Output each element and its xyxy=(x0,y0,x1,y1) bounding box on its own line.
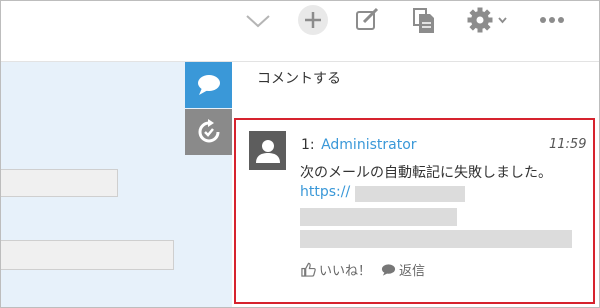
redacted-text xyxy=(355,186,465,202)
left-form-field[interactable] xyxy=(1,240,174,270)
thumbs-up-icon xyxy=(301,262,316,277)
comment-bubble-icon xyxy=(197,75,220,95)
redacted-text xyxy=(300,208,457,226)
like-button[interactable]: いいね！ xyxy=(301,260,371,279)
comment-input-label[interactable]: コメントする xyxy=(257,68,341,88)
tab-comments[interactable] xyxy=(185,62,232,108)
like-label: いいね！ xyxy=(319,264,372,279)
reply-label: 返信 xyxy=(399,264,426,279)
compose-icon[interactable] xyxy=(354,5,380,35)
comment-time: 11:59 xyxy=(549,137,587,152)
screenshot-frame: コメントする 1: Administrator 11:59 次のメールの自動転記… xyxy=(0,0,600,308)
comment-link[interactable]: https:// xyxy=(300,184,350,200)
add-icon[interactable] xyxy=(297,5,329,35)
top-toolbar xyxy=(1,1,599,41)
gear-icon[interactable] xyxy=(467,5,513,35)
comment-author-line: 1: Administrator xyxy=(301,137,417,153)
chevron-down-icon[interactable] xyxy=(245,5,271,35)
comment-message: 次のメールの自動転記に失敗しました。 xyxy=(300,165,552,181)
more-icon[interactable] xyxy=(539,5,569,35)
left-form-field[interactable] xyxy=(1,169,118,197)
avatar xyxy=(249,131,286,170)
reply-button[interactable]: 返信 xyxy=(381,260,425,279)
tab-history[interactable] xyxy=(185,109,232,155)
user-icon xyxy=(255,139,280,163)
reply-bubble-icon xyxy=(381,263,396,276)
comment-number: 1: xyxy=(301,137,315,153)
history-icon xyxy=(198,119,219,143)
author-link[interactable]: Administrator xyxy=(321,137,416,153)
redacted-text xyxy=(300,230,572,248)
document-icon[interactable] xyxy=(412,5,436,35)
comment-actions: いいね！ 返信 xyxy=(301,260,425,279)
